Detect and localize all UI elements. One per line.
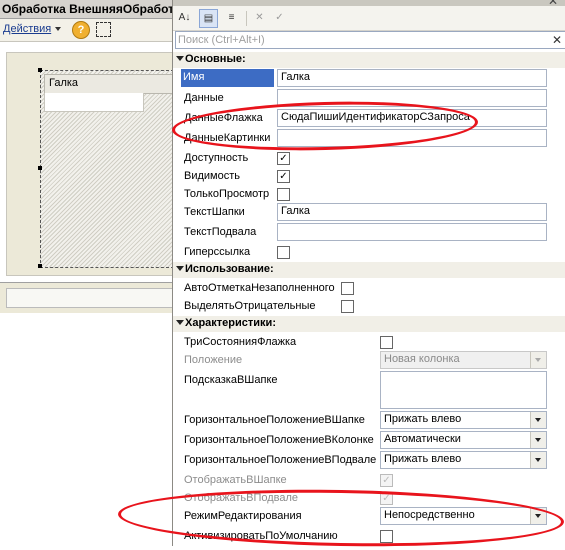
- prop-row-readonly[interactable]: ТолькоПросмотр: [173, 185, 565, 204]
- categorized-view-icon[interactable]: ▤: [199, 9, 218, 28]
- prop-label-enabled: Доступность: [184, 152, 249, 164]
- chevron-down-icon[interactable]: [530, 412, 546, 428]
- prop-label-readonly: ТолькоПросмотр: [184, 188, 270, 200]
- prop-value-h-align-footer: Прижать влево: [384, 453, 462, 465]
- toolbar-separator: [246, 11, 247, 26]
- prop-label-header-text: ТекстШапки: [184, 206, 245, 218]
- prop-select-h-align-column[interactable]: Автоматически: [380, 431, 547, 449]
- chevron-down-icon[interactable]: [530, 432, 546, 448]
- prop-row-footer-text[interactable]: ТекстПодвала: [173, 223, 565, 242]
- palette-toolbar: A↓ ▤ ≡ ✕ ✓: [173, 6, 565, 31]
- sort-alphabetical-icon[interactable]: A↓: [176, 9, 193, 26]
- form-designer-title: Обработка ВнешняяОбработ: [2, 2, 174, 16]
- prop-row-show-in-header: ОтображатьВШапке ✓: [173, 471, 565, 490]
- properties-palette: ✕ A↓ ▤ ≡ ✕ ✓ ✕ Основные: Имя Галка Данны…: [172, 0, 565, 546]
- prop-label-h-align-column: ГоризонтальноеПоложениеВКолонке: [184, 434, 374, 446]
- section-usage[interactable]: Использование:: [173, 262, 565, 278]
- prop-row-h-align-column[interactable]: ГоризонтальноеПоложениеВКолонке Автомати…: [173, 431, 565, 450]
- prop-row-highlight-negative[interactable]: ВыделятьОтрицательные: [173, 297, 565, 316]
- clear-search-icon[interactable]: ✕: [550, 33, 564, 47]
- prop-row-auto-mark[interactable]: АвтоОтметкаНезаполненного: [173, 279, 565, 298]
- prop-row-enabled[interactable]: Доступность ✓: [173, 149, 565, 168]
- prop-select-h-align-footer[interactable]: Прижать влево: [380, 451, 547, 469]
- form-designer-bottom-panel: [6, 288, 174, 308]
- prop-label-h-align-header: ГоризонтальноеПоложениеВШапке: [184, 414, 365, 426]
- collapse-icon[interactable]: [176, 320, 184, 325]
- prop-label-hyperlink: Гиперссылка: [184, 246, 251, 258]
- prop-label-h-align-footer: ГоризонтальноеПоложениеВПодвале: [184, 454, 377, 466]
- collapse-icon[interactable]: [176, 266, 184, 271]
- chevron-down-icon[interactable]: [55, 27, 61, 31]
- prop-row-header-tooltip[interactable]: ПодсказкаВШапке: [173, 371, 565, 409]
- prop-label-name: Имя: [181, 69, 274, 87]
- delete-icon[interactable]: ✕: [251, 9, 268, 26]
- collapse-icon[interactable]: [176, 56, 184, 61]
- prop-label-auto-mark: АвтоОтметкаНезаполненного: [184, 282, 335, 294]
- chevron-down-icon: [530, 352, 546, 368]
- prop-select-h-align-header[interactable]: Прижать влево: [380, 411, 547, 429]
- prop-select-position: Новая колонка: [380, 351, 547, 369]
- resize-handle[interactable]: [38, 166, 42, 170]
- section-main-label: Основные:: [185, 53, 246, 65]
- chevron-down-icon[interactable]: [530, 452, 546, 468]
- prop-field-name[interactable]: Галка: [277, 69, 547, 87]
- form-designer-toolbar: Действия ?: [0, 19, 172, 42]
- select-frame-icon[interactable]: [96, 22, 111, 37]
- section-characteristics-label: Характеристики:: [185, 317, 276, 329]
- prop-row-name[interactable]: Имя Галка: [173, 69, 565, 88]
- prop-checkbox-auto-mark[interactable]: [341, 282, 354, 295]
- prop-value-name: Галка: [281, 71, 311, 83]
- prop-field-footer-text[interactable]: [277, 223, 547, 241]
- resize-handle[interactable]: [38, 68, 42, 72]
- prop-row-hyperlink[interactable]: Гиперссылка: [173, 243, 565, 262]
- table-column-header[interactable]: Галка: [44, 74, 174, 94]
- prop-checkbox-highlight-negative[interactable]: [341, 300, 354, 313]
- list-view-icon[interactable]: ≡: [223, 9, 240, 26]
- resize-handle[interactable]: [38, 264, 42, 268]
- prop-label-footer-text: ТекстПодвала: [184, 226, 257, 238]
- search-input[interactable]: [178, 32, 538, 48]
- prop-label-visible: Видимость: [184, 170, 240, 182]
- prop-row-tristate[interactable]: ТриСостоянияФлажка: [173, 333, 565, 352]
- section-characteristics[interactable]: Характеристики:: [173, 316, 565, 332]
- prop-value-header-text: Галка: [281, 205, 311, 217]
- table-column-header-label: Галка: [49, 77, 79, 89]
- prop-label-data: Данные: [184, 92, 224, 104]
- prop-label-highlight-negative: ВыделятьОтрицательные: [184, 300, 316, 312]
- prop-label-tristate: ТриСостоянияФлажка: [184, 336, 297, 348]
- prop-checkbox-tristate[interactable]: [380, 336, 393, 349]
- prop-checkbox-visible[interactable]: ✓: [277, 170, 290, 183]
- prop-row-visible[interactable]: Видимость ✓: [173, 167, 565, 186]
- section-main[interactable]: Основные:: [173, 52, 565, 68]
- prop-row-h-align-header[interactable]: ГоризонтальноеПоложениеВШапке Прижать вл…: [173, 411, 565, 430]
- prop-field-header-text[interactable]: Галка: [277, 203, 547, 221]
- prop-label-position: Положение: [184, 354, 243, 366]
- prop-value-h-align-header: Прижать влево: [384, 413, 462, 425]
- search-box: ✕: [175, 31, 565, 49]
- prop-label-header-tooltip: ПодсказкаВШапке: [184, 374, 278, 386]
- prop-checkbox-enabled[interactable]: ✓: [277, 152, 290, 165]
- form-designer-titlebar: Обработка ВнешняяОбработ: [0, 0, 174, 19]
- actions-menu[interactable]: Действия: [3, 23, 51, 35]
- help-icon[interactable]: ?: [72, 21, 90, 39]
- prop-row-header-text[interactable]: ТекстШапки Галка: [173, 203, 565, 222]
- prop-checkbox-hyperlink[interactable]: [277, 246, 290, 259]
- prop-checkbox-readonly[interactable]: [277, 188, 290, 201]
- prop-label-show-in-header: ОтображатьВШапке: [184, 474, 287, 486]
- prop-value-position: Новая колонка: [384, 353, 460, 365]
- prop-row-position: Положение Новая колонка: [173, 351, 565, 370]
- prop-field-header-tooltip[interactable]: [380, 371, 547, 409]
- apply-icon[interactable]: ✓: [271, 9, 288, 26]
- prop-row-h-align-footer[interactable]: ГоризонтальноеПоложениеВПодвале Прижать …: [173, 451, 565, 470]
- prop-value-h-align-column: Автоматически: [384, 433, 461, 445]
- section-usage-label: Использование:: [185, 263, 274, 275]
- table-row[interactable]: [44, 93, 144, 112]
- prop-checkbox-show-in-header: ✓: [380, 474, 393, 487]
